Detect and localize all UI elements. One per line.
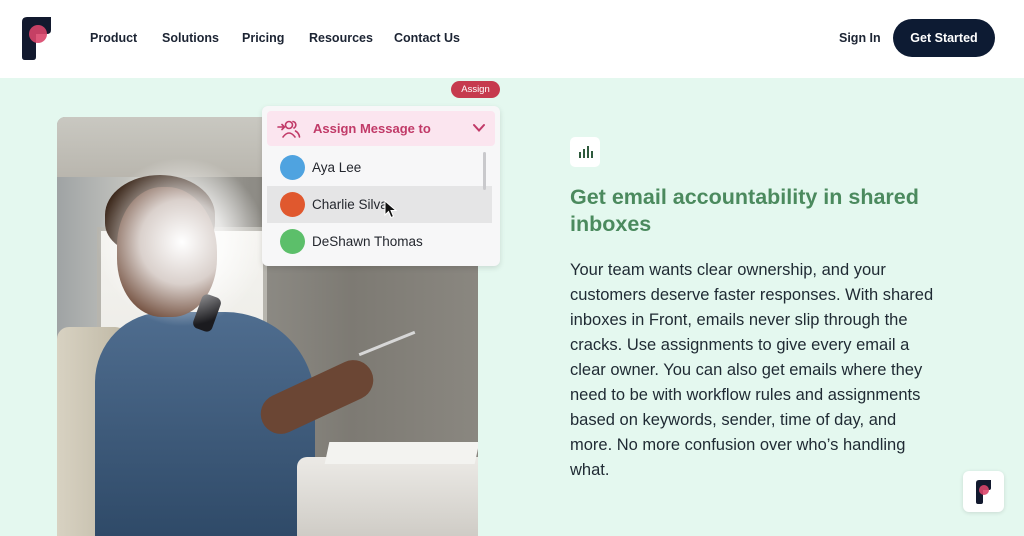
get-started-button[interactable]: Get Started <box>893 19 995 57</box>
feature-icon-badge <box>570 137 600 167</box>
avatar <box>280 192 305 217</box>
assignee-name: DeShawn Thomas <box>312 234 423 249</box>
front-logo-icon <box>976 480 991 504</box>
assign-message-dropdown: Assign Message to Aya Lee Charlie Silva … <box>262 106 500 266</box>
assignee-name: Charlie Silva <box>312 197 388 212</box>
bar-chart-icon <box>579 146 593 158</box>
nav-resources[interactable]: Resources <box>309 31 373 45</box>
assignee-name: Aya Lee <box>312 160 362 175</box>
assign-badge: Assign <box>451 81 500 98</box>
feature-headline: Get email accountability in shared inbox… <box>570 185 919 236</box>
avatar <box>280 155 305 180</box>
nav-contact-us[interactable]: Contact Us <box>394 31 460 45</box>
dropdown-header[interactable]: Assign Message to <box>267 111 495 146</box>
photo-pen <box>358 330 416 357</box>
photo-light-glow <box>97 157 267 327</box>
mouse-cursor-icon <box>384 200 398 219</box>
floating-front-chat-button[interactable] <box>963 471 1004 512</box>
nav-product[interactable]: Product <box>90 31 137 45</box>
top-navigation-bar: Product Solutions Pricing Resources Cont… <box>0 0 1024 78</box>
front-logo-icon[interactable] <box>20 16 53 61</box>
assignee-option-charlie-silva[interactable]: Charlie Silva <box>267 186 492 223</box>
dropdown-title: Assign Message to <box>313 121 431 136</box>
nav-pricing[interactable]: Pricing <box>242 31 284 45</box>
assignee-option-deshawn-thomas[interactable]: DeShawn Thomas <box>267 223 492 260</box>
chevron-down-icon[interactable] <box>472 122 486 134</box>
nav-solutions[interactable]: Solutions <box>162 31 219 45</box>
sign-in-link[interactable]: Sign In <box>839 31 881 45</box>
assignee-option-aya-lee[interactable]: Aya Lee <box>267 149 492 186</box>
photo-desk <box>297 457 478 536</box>
photo-papers <box>324 442 478 464</box>
dropdown-scrollbar[interactable] <box>483 152 486 190</box>
assign-users-icon <box>277 120 301 138</box>
feature-description: Your team wants clear ownership, and you… <box>570 261 934 479</box>
avatar <box>280 229 305 254</box>
